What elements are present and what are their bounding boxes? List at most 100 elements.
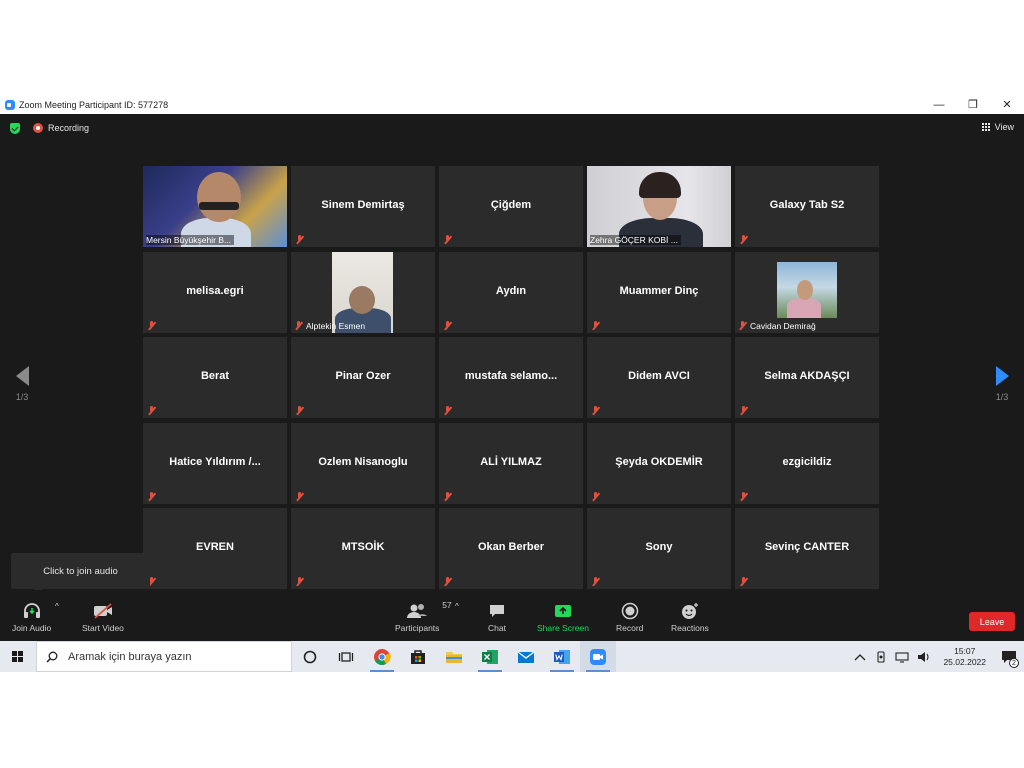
system-tray: 15:07 25.02.2022 2 xyxy=(849,641,1024,672)
participant-tile[interactable]: Şeyda OKDEMİR xyxy=(587,422,731,504)
participant-tile[interactable]: EVREN xyxy=(143,508,287,589)
tray-device-icon[interactable] xyxy=(875,650,887,663)
mic-muted-icon xyxy=(739,406,748,415)
mic-muted-icon xyxy=(443,235,452,244)
file-explorer-app-button[interactable] xyxy=(436,641,472,672)
mic-muted-icon xyxy=(295,406,304,415)
store-bag-icon xyxy=(411,649,425,664)
zoom-app-button[interactable] xyxy=(580,641,616,672)
store-app-button[interactable] xyxy=(400,641,436,672)
participant-tile[interactable]: Aydın xyxy=(439,251,583,333)
participant-tile[interactable]: Didem AVCI xyxy=(587,337,731,418)
tray-chevron-up-icon[interactable] xyxy=(854,652,866,662)
previous-page-button[interactable]: 1/3 xyxy=(10,362,34,412)
minimize-button[interactable]: — xyxy=(922,95,956,114)
start-button[interactable] xyxy=(0,641,36,672)
participant-tile[interactable]: Çiğdem xyxy=(439,166,583,247)
mic-muted-icon xyxy=(295,235,304,244)
participant-name: Sony xyxy=(645,541,673,553)
participants-count: 57 xyxy=(442,600,452,610)
participant-name-label: Alptekin Esmen xyxy=(294,321,368,331)
recording-indicator[interactable]: Recording xyxy=(33,123,89,133)
participant-tile[interactable]: Selma AKDAŞÇI xyxy=(735,337,879,418)
task-view-icon xyxy=(338,651,354,662)
participant-tile[interactable]: Galaxy Tab S2 xyxy=(735,166,879,247)
notification-count-badge: 2 xyxy=(1009,658,1019,668)
close-button[interactable]: ✕ xyxy=(990,95,1024,114)
participant-tile[interactable]: Muammer Dinç xyxy=(587,251,731,333)
participant-tile[interactable]: Sony xyxy=(587,508,731,589)
participant-tile[interactable]: Zehra GÖÇER KOBİ ... xyxy=(587,166,731,247)
chat-button[interactable]: Chat xyxy=(488,600,506,633)
participant-name: Çiğdem xyxy=(490,199,532,211)
page-indicator-left: 1/3 xyxy=(15,392,29,402)
excel-app-button[interactable] xyxy=(472,641,508,672)
participant-name: EVREN xyxy=(196,541,234,553)
participant-tile[interactable]: Cavidan Demirağ xyxy=(735,251,879,333)
share-screen-button[interactable]: Share Screen xyxy=(537,600,589,633)
participant-tile[interactable]: Okan Berber xyxy=(439,508,583,589)
participant-tile[interactable]: ALİ YILMAZ xyxy=(439,422,583,504)
join-audio-label: Join Audio xyxy=(12,623,52,633)
mic-muted-icon xyxy=(294,321,303,330)
reactions-button[interactable]: Reactions xyxy=(671,600,709,633)
chrome-app-button[interactable] xyxy=(364,641,400,672)
participant-tile[interactable]: melisa.egri xyxy=(143,251,287,333)
view-button[interactable]: View xyxy=(981,122,1014,132)
participant-name: Cavidan Demirağ xyxy=(750,320,816,331)
word-app-button[interactable] xyxy=(544,641,580,672)
participant-tile[interactable]: Mersin Büyükşehir B... xyxy=(143,166,287,247)
restore-button[interactable]: ❐ xyxy=(956,95,990,114)
volume-icon[interactable] xyxy=(917,651,931,663)
audio-options-caret[interactable]: ^ xyxy=(55,602,59,611)
cortana-button[interactable] xyxy=(292,641,328,672)
participant-tile[interactable]: Pinar Ozer xyxy=(291,337,435,418)
clock-date: 25.02.2022 xyxy=(943,656,986,667)
participant-name: Zehra GÖÇER KOBİ ... xyxy=(590,235,678,245)
task-view-button[interactable] xyxy=(328,641,364,672)
mic-muted-icon xyxy=(591,491,600,501)
participant-tile[interactable]: MTSOİK xyxy=(291,508,435,589)
mic-muted-icon xyxy=(591,320,600,330)
start-video-button[interactable]: Start Video xyxy=(82,600,124,633)
participant-name: ALİ YILMAZ xyxy=(480,455,542,468)
participant-name: Sinem Demirtaş xyxy=(321,199,405,211)
record-button[interactable]: Record xyxy=(616,600,643,633)
participants-button[interactable]: 57 Participants xyxy=(395,600,452,633)
participants-options-caret[interactable]: ^ xyxy=(455,602,459,611)
next-page-button[interactable]: 1/3 xyxy=(990,362,1014,412)
view-label: View xyxy=(994,122,1014,132)
participant-name: Ozlem Nisanoglu xyxy=(318,455,408,468)
participant-name: Galaxy Tab S2 xyxy=(769,199,845,211)
participant-name-label: Cavidan Demirağ xyxy=(738,321,819,331)
notifications-button[interactable]: 2 xyxy=(994,641,1024,672)
meeting-toolbar: Join Audio ^ Start Video 57 Participants… xyxy=(0,590,1024,641)
participant-tile[interactable]: Berat xyxy=(143,337,287,418)
meeting-top-strip: Recording View xyxy=(0,114,1024,142)
participant-tile[interactable]: Hatice Yıldırım /... xyxy=(143,422,287,504)
participant-name-label: Zehra GÖÇER KOBİ ... xyxy=(590,235,681,245)
participant-tile[interactable]: mustafa selamo... xyxy=(439,337,583,418)
mic-muted-icon xyxy=(591,406,600,415)
taskbar-search-box[interactable]: Aramak için buraya yazın xyxy=(36,641,292,672)
mic-muted-icon xyxy=(738,321,747,330)
participant-tile[interactable]: Alptekin Esmen xyxy=(291,251,435,333)
participant-name: Şeyda OKDEMİR xyxy=(615,455,703,468)
taskbar-clock[interactable]: 15:07 25.02.2022 xyxy=(943,646,986,668)
join-audio-button[interactable]: Join Audio xyxy=(12,600,51,633)
grid-view-icon xyxy=(981,122,991,132)
share-screen-label: Share Screen xyxy=(537,623,589,633)
mic-muted-icon xyxy=(295,491,304,501)
mail-app-button[interactable] xyxy=(508,641,544,672)
participant-name: Alptekin Esmen xyxy=(306,320,366,331)
participant-tile[interactable]: Sinem Demirtaş xyxy=(291,166,435,247)
participant-tile[interactable]: Sevinç CANTER xyxy=(735,508,879,589)
leave-button[interactable]: Leave xyxy=(969,612,1015,631)
participants-label: Participants xyxy=(395,623,440,633)
start-video-label: Start Video xyxy=(82,623,124,633)
encryption-shield-icon[interactable] xyxy=(10,123,20,134)
participants-icon xyxy=(407,604,428,618)
participant-tile[interactable]: ezgicildiz xyxy=(735,422,879,504)
participant-tile[interactable]: Ozlem Nisanoglu xyxy=(291,422,435,504)
network-icon[interactable] xyxy=(895,651,910,663)
